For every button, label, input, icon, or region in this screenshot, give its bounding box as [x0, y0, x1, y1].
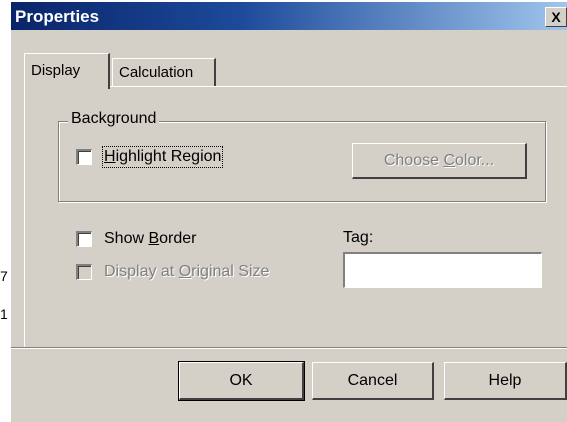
help-button[interactable]: Help	[444, 362, 567, 400]
window-title: Properties	[15, 7, 100, 26]
background-group-legend: Background	[68, 110, 160, 128]
stray-mark-bottom: 1	[0, 306, 8, 322]
title-bar[interactable]: Properties X	[11, 2, 567, 30]
stray-mark-top: 7	[0, 268, 8, 284]
show-border-checkbox[interactable]: Show Border	[76, 230, 197, 248]
display-original-size-label: Display at Original Size	[104, 263, 270, 280]
ok-button[interactable]: OK	[178, 361, 305, 401]
choose-color-button[interactable]: Choose Color...	[352, 143, 527, 179]
close-button[interactable]: X	[545, 7, 567, 27]
tag-label: Tag:	[343, 229, 374, 246]
tab-display-label: Display	[31, 62, 81, 79]
highlight-region-checkbox[interactable]: Highlight Region	[76, 146, 224, 168]
tag-input[interactable]	[343, 252, 542, 288]
show-border-label: Show Border	[104, 230, 197, 247]
tab-calculation[interactable]: Calculation	[112, 58, 216, 86]
highlight-region-label: Highlight Region	[101, 146, 224, 168]
display-original-size-checkbox[interactable]: Display at Original Size	[76, 263, 269, 281]
tab-display[interactable]: Display	[24, 53, 110, 89]
highlight-region-box[interactable]	[76, 149, 92, 165]
tab-calculation-label: Calculation	[119, 64, 194, 81]
display-original-size-box[interactable]	[76, 264, 92, 280]
bottom-separator	[11, 347, 567, 349]
cancel-button[interactable]: Cancel	[312, 362, 434, 400]
show-border-box[interactable]	[76, 231, 92, 247]
